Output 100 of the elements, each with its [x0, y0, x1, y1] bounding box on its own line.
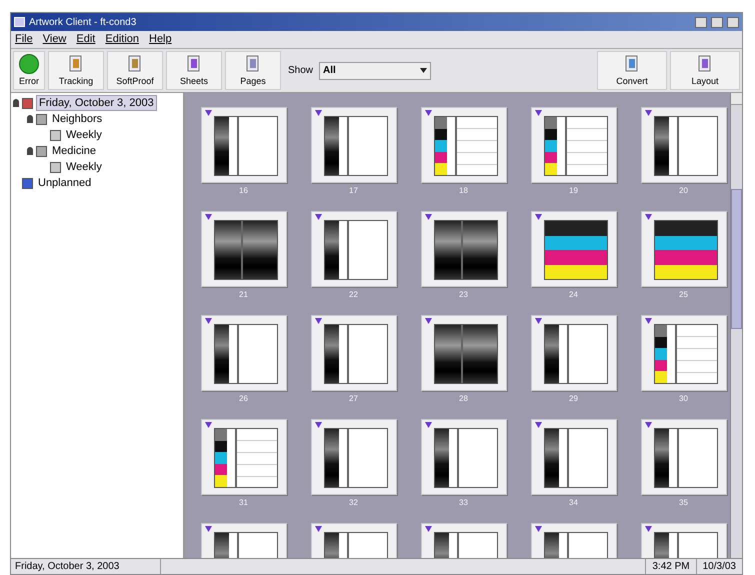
- page-number: 27: [349, 393, 358, 405]
- menu-item[interactable]: Edit: [76, 31, 96, 48]
- marker-icon: [424, 318, 432, 324]
- page-thumbnail[interactable]: [200, 107, 286, 183]
- marker-icon: [204, 422, 212, 428]
- marker-icon: [314, 422, 322, 428]
- menu-item[interactable]: Edition: [105, 31, 139, 48]
- page-number: 26: [239, 393, 248, 405]
- maximize-button[interactable]: [711, 16, 723, 28]
- tree-node-icon: [50, 162, 61, 172]
- vertical-scrollbar[interactable]: [730, 93, 742, 558]
- page-preview-drawing: [434, 220, 498, 280]
- page-thumbnail[interactable]: [420, 211, 506, 287]
- page-preview-drawing: [324, 220, 388, 280]
- tree-item[interactable]: Friday, October 3, 2003: [36, 95, 157, 111]
- marker-icon: [644, 422, 652, 428]
- marker-icon: [204, 110, 212, 116]
- page-preview-drawing: [434, 116, 498, 176]
- page-preview-drawing: [544, 116, 608, 176]
- marker-icon: [644, 110, 652, 116]
- page-preview-drawing: [214, 428, 278, 488]
- page-number: 22: [349, 289, 358, 301]
- page-thumbnail[interactable]: [310, 315, 396, 391]
- marker-icon: [644, 318, 652, 324]
- toolbar-button[interactable]: Tracking: [48, 51, 104, 90]
- show-dropdown[interactable]: All: [319, 62, 432, 80]
- page-preview-drawing: [434, 428, 498, 488]
- toolbar-button[interactable]: Sheets: [166, 51, 222, 90]
- page-number: 16: [239, 185, 248, 197]
- page-preview-drawing: [214, 220, 278, 280]
- marker-icon: [424, 110, 432, 116]
- close-button[interactable]: [727, 16, 739, 28]
- menu-item[interactable]: File: [15, 31, 33, 48]
- page-number: 24: [569, 289, 578, 301]
- toolbar-button[interactable]: Pages: [225, 51, 281, 90]
- page-number: 23: [459, 289, 468, 301]
- page-preview-drawing: [544, 428, 608, 488]
- page-preview-drawing: [654, 116, 718, 176]
- menu-item[interactable]: Help: [149, 31, 172, 48]
- marker-icon: [204, 526, 212, 532]
- tree-node-icon: [36, 146, 47, 156]
- marker-icon: [534, 526, 542, 532]
- dropdown-caret-icon: [420, 68, 428, 73]
- tree-item[interactable]: Weekly: [64, 160, 104, 174]
- page-thumbnail[interactable]: [420, 107, 506, 183]
- tree-item[interactable]: Weekly: [64, 128, 104, 142]
- page-number: 17: [349, 185, 358, 197]
- page-preview-drawing: [324, 428, 388, 488]
- show-label: Show: [288, 64, 314, 78]
- page-preview-drawing: [214, 324, 278, 384]
- toolbar-button[interactable]: SoftProof: [107, 51, 163, 90]
- page-number: 34: [569, 497, 578, 509]
- page-thumbnail[interactable]: [310, 211, 396, 287]
- page-thumbnail[interactable]: [640, 419, 726, 495]
- page-number: 32: [349, 497, 358, 509]
- marker-icon: [534, 422, 542, 428]
- expanded-handle-icon[interactable]: [27, 147, 33, 155]
- marker-icon: [534, 318, 542, 324]
- page-thumbnail[interactable]: [640, 315, 726, 391]
- marker-icon: [644, 526, 652, 532]
- page-thumbnail[interactable]: [420, 315, 506, 391]
- page-preview-drawing: [324, 324, 388, 384]
- tree-item[interactable]: Medicine: [50, 144, 98, 158]
- page-preview-drawing: [654, 220, 718, 280]
- marker-icon: [424, 526, 432, 532]
- page-thumbnail[interactable]: [310, 419, 396, 495]
- page-thumbnail[interactable]: [310, 107, 396, 183]
- toolbar-button[interactable]: Layout: [670, 51, 740, 90]
- expanded-handle-icon[interactable]: [27, 115, 33, 123]
- minimize-button[interactable]: [695, 16, 707, 28]
- expanded-handle-icon[interactable]: [13, 99, 19, 107]
- page-preview-drawing: [324, 116, 388, 176]
- page-preview-drawing: [544, 220, 608, 280]
- marker-icon: [644, 214, 652, 220]
- page-thumbnail[interactable]: [530, 211, 616, 287]
- page-thumbnail[interactable]: [530, 107, 616, 183]
- status-light-icon: [19, 54, 39, 74]
- marker-icon: [314, 214, 322, 220]
- page-number: 33: [459, 497, 468, 509]
- page-thumbnail[interactable]: [200, 211, 286, 287]
- page-thumbnail[interactable]: [640, 211, 726, 287]
- page-number: 30: [679, 393, 688, 405]
- status-short-date: 10/3/03: [696, 559, 742, 574]
- marker-icon: [314, 526, 322, 532]
- tree-item[interactable]: Unplanned: [36, 176, 94, 190]
- toolbar-button[interactable]: Error: [13, 51, 45, 90]
- page-thumbnail[interactable]: [530, 419, 616, 495]
- marker-icon: [424, 214, 432, 220]
- menu-item[interactable]: View: [42, 31, 66, 48]
- page-thumbnail[interactable]: [200, 315, 286, 391]
- page-thumbnail[interactable]: [200, 419, 286, 495]
- tree-item[interactable]: Neighbors: [50, 112, 104, 126]
- page-thumbnail[interactable]: [530, 315, 616, 391]
- page-thumbnail[interactable]: [420, 419, 506, 495]
- tree-node-icon: [36, 114, 47, 124]
- page-preview-drawing: [544, 324, 608, 384]
- page-number: 28: [459, 393, 468, 405]
- page-thumbnail[interactable]: [640, 107, 726, 183]
- status-time: 3:42 PM: [645, 559, 696, 574]
- toolbar-button[interactable]: Convert: [597, 51, 667, 90]
